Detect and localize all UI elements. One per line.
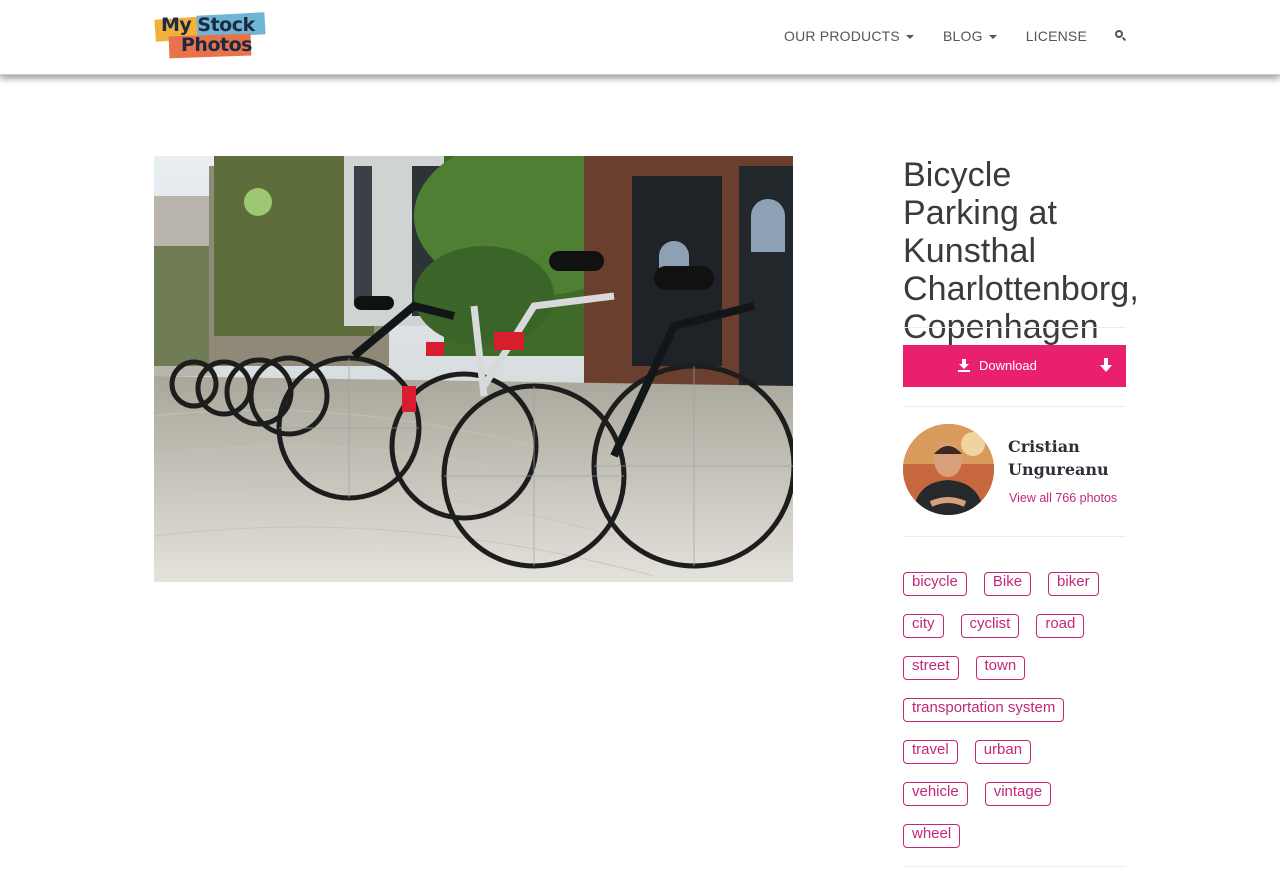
tag-row: vehicle vintage: [903, 782, 1126, 806]
divider: [903, 536, 1126, 537]
tag-link[interactable]: cyclist: [960, 614, 1020, 638]
tag-link[interactable]: urban: [974, 740, 1032, 764]
divider: [903, 406, 1126, 407]
logo-text-line1: My Stock: [161, 14, 255, 36]
author-card: Cristian Ungureanu View all 766 photos: [903, 424, 1126, 516]
logo-text-line2: Photos: [181, 34, 252, 56]
site-logo[interactable]: My Stock Photos: [153, 12, 267, 59]
view-all-photos-link[interactable]: View all 766 photos: [1009, 491, 1117, 505]
tag-row: street town: [903, 656, 1126, 680]
nav-blog-label: BLOG: [942, 28, 983, 44]
download-button[interactable]: Download: [903, 345, 1126, 387]
tag-link[interactable]: bicycle: [903, 572, 967, 596]
tag-row: travel urban: [903, 740, 1126, 764]
tag-row: bicycle Bike biker: [903, 572, 1126, 596]
tag-link[interactable]: travel: [903, 740, 958, 764]
nav-license-label: LICENSE: [1025, 28, 1087, 44]
tag-link[interactable]: transportation system: [903, 698, 1065, 722]
tag-link[interactable]: street: [903, 656, 959, 680]
photo-sidebar: Bicycle Parking at Kunsthal Charlottenbo…: [903, 156, 1139, 867]
site-header: My Stock Photos OUR PRODUCTS BLOG LICENS…: [0, 0, 1280, 75]
tag-link[interactable]: road: [1036, 614, 1085, 638]
photo-title: Bicycle Parking at Kunsthal Charlottenbo…: [903, 156, 1139, 346]
chevron-down-icon: [988, 34, 997, 39]
search-icon[interactable]: [1115, 30, 1127, 42]
tag-link[interactable]: vintage: [984, 782, 1052, 806]
arrow-down-icon: [1100, 358, 1112, 372]
download-label: Download: [979, 358, 1037, 373]
tag-link[interactable]: Bike: [983, 572, 1032, 596]
tag-link[interactable]: wheel: [903, 824, 961, 848]
main-nav: OUR PRODUCTS BLOG LICENSE: [784, 26, 1127, 46]
tag-row: transportation system: [903, 698, 1126, 722]
nav-our-products-label: OUR PRODUCTS: [784, 28, 900, 44]
chevron-down-icon: [905, 34, 914, 39]
main-photo[interactable]: [154, 156, 793, 582]
avatar[interactable]: [903, 424, 994, 515]
tag-list: bicycle Bike biker city cyclist road street tow…: [903, 572, 1126, 866]
divider: [903, 327, 1126, 328]
tag-row: city cyclist road: [903, 614, 1126, 638]
tag-link[interactable]: town: [975, 656, 1026, 680]
nav-license[interactable]: LICENSE: [1026, 28, 1087, 44]
author-name[interactable]: Cristian Ungureanu: [1008, 435, 1126, 481]
download-icon: [958, 359, 970, 372]
nav-our-products[interactable]: OUR PRODUCTS: [784, 28, 914, 44]
tag-row: wheel: [903, 824, 1126, 848]
tag-link[interactable]: city: [903, 614, 944, 638]
tag-link[interactable]: vehicle: [903, 782, 968, 806]
avatar-image: [903, 424, 994, 515]
photo-illustration: [154, 156, 793, 582]
tag-link[interactable]: biker: [1048, 572, 1099, 596]
divider: [903, 866, 1126, 867]
nav-blog[interactable]: BLOG: [943, 28, 997, 44]
